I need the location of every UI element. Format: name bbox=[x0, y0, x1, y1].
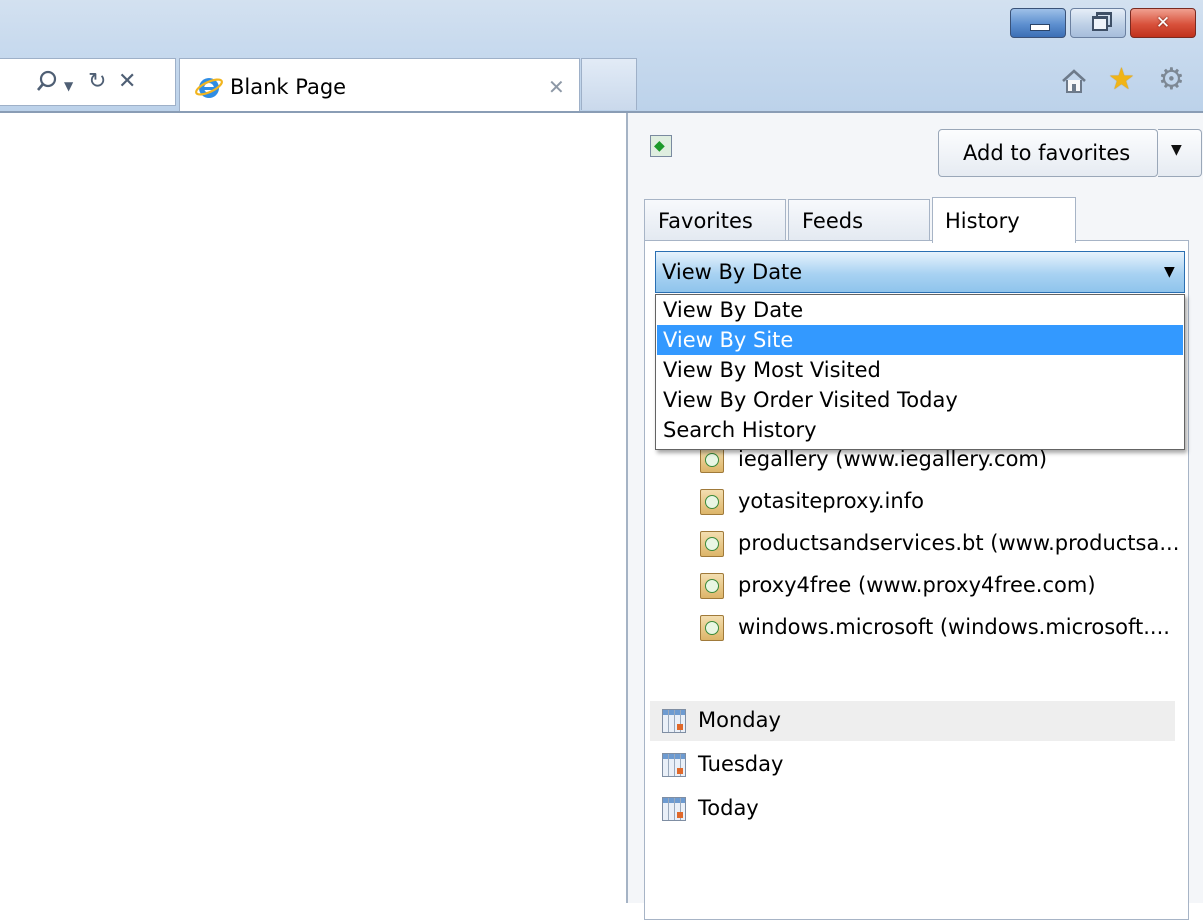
restore-button[interactable] bbox=[1070, 8, 1126, 38]
address-bar-controls: ▼ ↻ ✕ bbox=[0, 58, 176, 106]
history-site-icon bbox=[700, 489, 724, 515]
chevron-down-icon: ▼ bbox=[1164, 264, 1175, 280]
view-option-label: View By Most Visited bbox=[663, 358, 881, 382]
calendar-icon bbox=[662, 709, 686, 733]
history-day-item-tuesday[interactable]: Tuesday bbox=[650, 745, 1175, 785]
view-option-label: View By Order Visited Today bbox=[663, 388, 958, 412]
view-option-label: Search History bbox=[663, 418, 817, 442]
history-site-label: proxy4free (www.proxy4free.com) bbox=[738, 573, 1096, 597]
add-to-favorites-button[interactable]: Add to favorites bbox=[938, 129, 1158, 177]
close-icon: ✕ bbox=[1155, 13, 1171, 33]
history-site-label: productsandservices.bt (www.productsa... bbox=[738, 531, 1180, 555]
tab-blank-page[interactable]: Blank Page ✕ bbox=[179, 58, 580, 114]
history-site-label: windows.microsoft (windows.microsoft.... bbox=[738, 615, 1170, 639]
ie-icon bbox=[194, 75, 224, 101]
tab-history-label: History bbox=[945, 209, 1020, 233]
calendar-icon bbox=[662, 753, 686, 777]
favorites-center-pane: ◆ Add to favorites ▼ Favorites Feeds His… bbox=[626, 113, 1203, 920]
history-site-icon bbox=[700, 615, 724, 641]
search-dropdown-icon[interactable]: ▼ bbox=[64, 73, 73, 99]
tab-feeds-label: Feeds bbox=[802, 209, 864, 233]
history-site-icon bbox=[700, 531, 724, 557]
pin-favorites-center-button[interactable]: ◆ bbox=[650, 135, 672, 157]
minimize-icon bbox=[1030, 24, 1050, 31]
restore-icon bbox=[1092, 16, 1108, 31]
history-site-icon bbox=[700, 447, 724, 473]
view-option-search-history[interactable]: Search History bbox=[657, 415, 1183, 445]
add-to-favorites-dropdown[interactable]: ▼ bbox=[1158, 129, 1202, 177]
history-view-select[interactable]: View By Date ▼ bbox=[655, 251, 1185, 293]
view-option-order-visited-today[interactable]: View By Order Visited Today bbox=[657, 385, 1183, 415]
pin-arrow-icon: ◆ bbox=[654, 138, 665, 154]
view-option-by-date[interactable]: View By Date bbox=[657, 295, 1183, 325]
tab-title: Blank Page bbox=[230, 75, 347, 99]
home-icon[interactable] bbox=[1060, 68, 1088, 94]
minimize-button[interactable] bbox=[1010, 8, 1066, 38]
view-option-label: View By Date bbox=[663, 298, 804, 322]
page-content[interactable] bbox=[0, 113, 626, 903]
refresh-icon[interactable]: ↻ bbox=[88, 69, 106, 95]
history-view-select-value: View By Date bbox=[662, 260, 803, 284]
history-day-label: Today bbox=[698, 796, 759, 820]
tab-favorites[interactable]: Favorites bbox=[644, 199, 786, 241]
add-to-favorites-label: Add to favorites bbox=[963, 141, 1131, 165]
history-day-label: Tuesday bbox=[698, 752, 784, 776]
view-option-label: View By Site bbox=[663, 328, 794, 352]
close-window-button[interactable]: ✕ bbox=[1130, 8, 1196, 38]
favorites-star-icon[interactable]: ★ bbox=[1108, 64, 1135, 96]
view-option-by-site[interactable]: View By Site bbox=[657, 325, 1183, 355]
chevron-down-icon: ▼ bbox=[1171, 142, 1182, 158]
tab-history[interactable]: History bbox=[932, 197, 1076, 243]
history-day-item-today[interactable]: Today bbox=[650, 789, 1175, 829]
browser-chrome: ✕ ▼ ↻ ✕ Blank Page ✕ ★ ⚙ bbox=[0, 0, 1203, 114]
history-site-label: yotasiteproxy.info bbox=[738, 489, 924, 513]
search-icon[interactable] bbox=[36, 69, 58, 102]
tab-favorites-label: Favorites bbox=[658, 209, 753, 233]
history-view-dropdown-list: View By Date View By Site View By Most V… bbox=[655, 294, 1185, 450]
new-tab-button[interactable] bbox=[581, 58, 637, 110]
tab-close-icon[interactable]: ✕ bbox=[548, 75, 565, 99]
history-site-icon bbox=[700, 573, 724, 599]
calendar-icon bbox=[662, 797, 686, 821]
view-option-most-visited[interactable]: View By Most Visited bbox=[657, 355, 1183, 385]
tools-gear-icon[interactable]: ⚙ bbox=[1158, 64, 1185, 96]
tab-feeds[interactable]: Feeds bbox=[788, 199, 930, 241]
history-day-item-monday[interactable]: Monday bbox=[650, 701, 1175, 741]
history-day-label: Monday bbox=[698, 708, 781, 732]
stop-icon[interactable]: ✕ bbox=[118, 69, 136, 95]
